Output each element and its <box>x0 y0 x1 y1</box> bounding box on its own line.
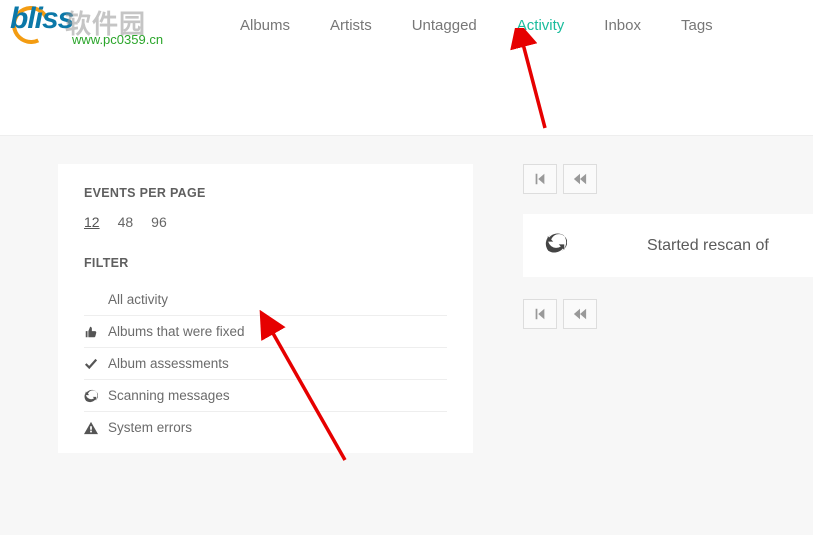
filter-label: System errors <box>108 420 192 435</box>
filter-list: All activity Albums that were fixed Albu… <box>84 284 447 443</box>
filter-album-assessments[interactable]: Album assessments <box>84 348 447 380</box>
pager-prev-button[interactable] <box>563 299 597 329</box>
page-size-selector: 12 48 96 <box>84 214 447 230</box>
page-size-12[interactable]: 12 <box>84 214 100 230</box>
pager-top <box>523 164 813 194</box>
filter-all-activity[interactable]: All activity <box>84 284 447 316</box>
nav-inbox[interactable]: Inbox <box>584 3 661 48</box>
check-icon <box>84 357 108 371</box>
sidebar: EVENTS PER PAGE 12 48 96 FILTER All acti… <box>58 164 473 475</box>
nav-untagged[interactable]: Untagged <box>392 3 497 48</box>
filter-label: Album assessments <box>108 356 229 371</box>
filter-scanning-messages[interactable]: Scanning messages <box>84 380 447 412</box>
nav-albums[interactable]: Albums <box>220 3 310 48</box>
filter-albums-fixed[interactable]: Albums that were fixed <box>84 316 447 348</box>
filter-label: All activity <box>108 292 168 307</box>
thumbs-up-icon <box>84 325 108 339</box>
watermark-url: www.pc0359.cn <box>72 32 163 47</box>
activity-text: Started rescan of <box>647 237 769 255</box>
logo: bliss 软件园 www.pc0359.cn <box>10 0 210 50</box>
activity-item: Started rescan of <box>523 214 813 277</box>
sidebar-card: EVENTS PER PAGE 12 48 96 FILTER All acti… <box>58 164 473 453</box>
pager-first-button[interactable] <box>523 164 557 194</box>
pager-bottom <box>523 299 813 329</box>
filter-system-errors[interactable]: System errors <box>84 412 447 443</box>
page-size-48[interactable]: 48 <box>118 214 134 230</box>
events-per-page-heading: EVENTS PER PAGE <box>84 186 447 200</box>
nav-items: Albums Artists Untagged Activity Inbox T… <box>220 3 733 48</box>
nav-artists[interactable]: Artists <box>310 3 392 48</box>
nav-activity[interactable]: Activity <box>497 3 585 48</box>
page-body: EVENTS PER PAGE 12 48 96 FILTER All acti… <box>0 135 813 535</box>
filter-heading: FILTER <box>84 256 447 270</box>
nav-tags[interactable]: Tags <box>661 3 733 48</box>
pager-prev-button[interactable] <box>563 164 597 194</box>
page-size-96[interactable]: 96 <box>151 214 167 230</box>
step-backward-icon <box>533 307 547 321</box>
warning-icon <box>84 421 108 435</box>
pager-first-button[interactable] <box>523 299 557 329</box>
activity-column: Started rescan of <box>523 164 813 475</box>
backward-icon <box>573 307 587 321</box>
filter-label: Scanning messages <box>108 388 230 403</box>
step-backward-icon <box>533 172 547 186</box>
backward-icon <box>573 172 587 186</box>
refresh-icon <box>545 232 567 259</box>
top-nav: bliss 软件园 www.pc0359.cn Albums Artists U… <box>0 0 813 50</box>
refresh-icon <box>84 389 108 403</box>
logo-text: bliss <box>10 2 73 36</box>
filter-label: Albums that were fixed <box>108 324 245 339</box>
